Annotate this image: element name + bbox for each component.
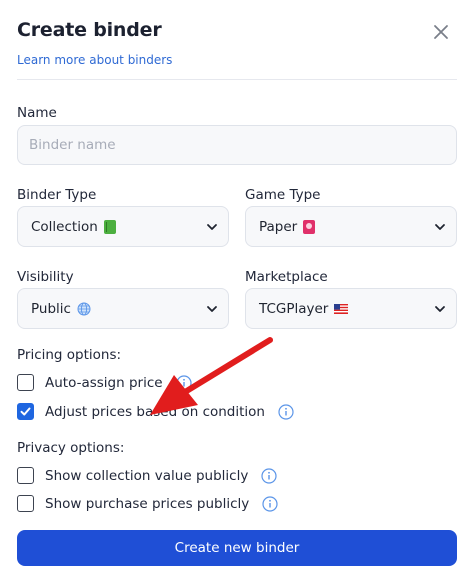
info-icon[interactable] [175, 374, 192, 391]
visibility-select[interactable]: Public [17, 288, 229, 329]
game-type-label: Game Type [245, 187, 321, 203]
game-type-text: Paper [259, 218, 298, 235]
marketplace-select[interactable]: TCGPlayer [245, 288, 457, 329]
auto-assign-price-label: Auto-assign price [45, 374, 163, 391]
visibility-label: Visibility [17, 269, 74, 285]
auto-assign-price-option[interactable]: Auto-assign price [17, 374, 192, 391]
checkmark-icon [20, 407, 31, 416]
us-flag-icon [334, 303, 349, 314]
binder-name-input[interactable] [17, 125, 457, 165]
info-icon[interactable] [278, 403, 294, 420]
adjust-condition-option[interactable]: Adjust prices based on condition [17, 403, 294, 420]
info-icon[interactable] [261, 467, 277, 484]
show-purchase-prices-checkbox[interactable] [17, 495, 34, 512]
show-collection-value-checkbox[interactable] [17, 467, 34, 484]
adjust-condition-checkbox[interactable] [17, 403, 34, 420]
binder-type-select[interactable]: Collection [17, 206, 229, 247]
info-icon[interactable] [262, 495, 278, 512]
green-book-icon [103, 219, 116, 234]
globe-icon [77, 302, 91, 315]
binder-type-label: Binder Type [17, 187, 97, 203]
show-collection-value-option[interactable]: Show collection value publicly [17, 467, 277, 484]
adjust-condition-label: Adjust prices based on condition [45, 403, 265, 420]
chevron-down-icon [435, 305, 445, 312]
marketplace-text: TCGPlayer [259, 300, 329, 317]
auto-assign-price-checkbox[interactable] [17, 374, 34, 391]
binder-type-value: Collection [31, 219, 206, 235]
chevron-down-icon [207, 305, 217, 312]
header-divider [17, 79, 457, 80]
chevron-down-icon [207, 223, 217, 230]
show-purchase-prices-label: Show purchase prices publicly [45, 495, 250, 512]
visibility-value: Public [31, 301, 206, 317]
chevron-down-icon [435, 223, 445, 230]
binder-type-text: Collection [31, 218, 98, 235]
dialog-title: Create binder [17, 19, 162, 41]
learn-more-link[interactable]: Learn more about binders [17, 53, 172, 67]
pricing-options-heading: Pricing options: [17, 347, 122, 363]
show-collection-value-label: Show collection value publicly [45, 467, 249, 484]
show-purchase-prices-option[interactable]: Show purchase prices publicly [17, 495, 278, 512]
name-label: Name [17, 105, 57, 121]
create-binder-dialog: Create binder Learn more about binders N… [0, 0, 473, 581]
close-icon[interactable] [430, 21, 452, 43]
card-icon [303, 219, 316, 234]
create-new-binder-button[interactable]: Create new binder [17, 530, 457, 566]
game-type-value: Paper [259, 219, 434, 235]
privacy-options-heading: Privacy options: [17, 440, 125, 456]
marketplace-value: TCGPlayer [259, 301, 434, 317]
game-type-select[interactable]: Paper [245, 206, 457, 247]
marketplace-label: Marketplace [245, 269, 328, 285]
visibility-text: Public [31, 300, 71, 317]
